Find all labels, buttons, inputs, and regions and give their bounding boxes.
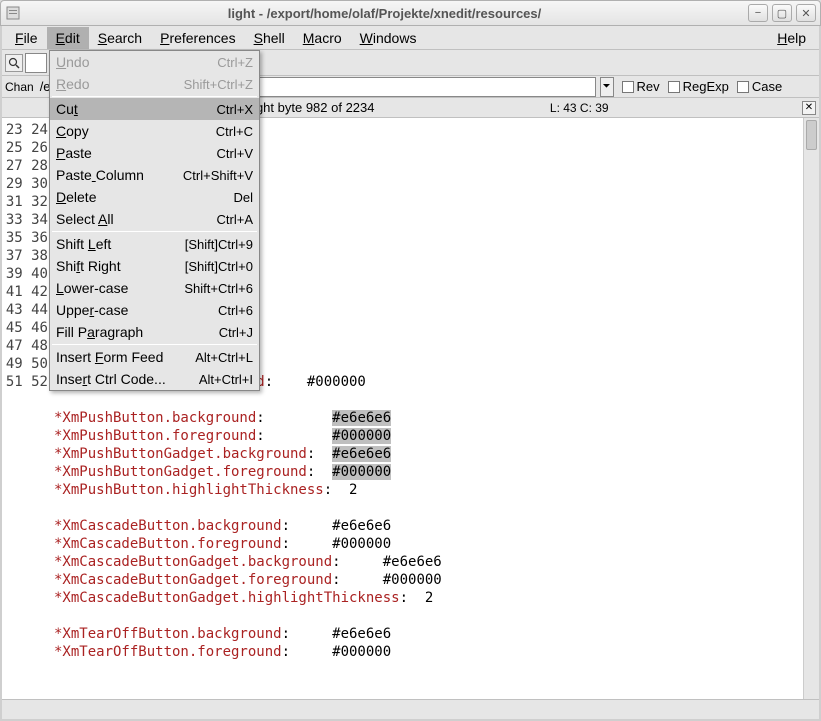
- menu-item-upper-case[interactable]: Upper-caseCtrl+6: [50, 299, 259, 321]
- edit-menu-dropdown: UndoCtrl+ZRedoShift+Ctrl+Z CutCtrl+XCopyC…: [49, 50, 260, 391]
- menu-windows[interactable]: Windows: [351, 27, 426, 49]
- replace-input[interactable]: [246, 77, 596, 97]
- menu-shell[interactable]: Shell: [245, 27, 294, 49]
- close-tab-icon[interactable]: ✕: [802, 101, 816, 115]
- vertical-scrollbar[interactable]: [803, 118, 819, 699]
- change-label2: Chan: [5, 80, 34, 94]
- menu-item-cut[interactable]: CutCtrl+X: [50, 98, 259, 120]
- cursor-position: L: 43 C: 39: [550, 101, 609, 115]
- find-input[interactable]: [25, 53, 47, 73]
- menu-search[interactable]: Search: [89, 27, 151, 49]
- menu-item-lower-case[interactable]: Lower-caseShift+Ctrl+6: [50, 277, 259, 299]
- menu-preferences[interactable]: Preferences: [151, 27, 245, 49]
- menu-item-undo: UndoCtrl+Z: [50, 51, 259, 73]
- regexp-checkbox[interactable]: RegExp: [668, 79, 729, 94]
- line-number-gutter: 23 24 25 26 27 28 29 30 31 32 33 34 35 3…: [2, 118, 52, 699]
- window-title: light - /export/home/olaf/Projekte/xnedi…: [25, 6, 744, 21]
- menu-macro[interactable]: Macro: [294, 27, 351, 49]
- menu-help[interactable]: Help: [768, 27, 815, 49]
- menu-item-insert-form-feed[interactable]: Insert Form FeedAlt+Ctrl+L: [50, 346, 259, 368]
- menu-item-fill-paragraph[interactable]: Fill ParagraphCtrl+J: [50, 321, 259, 343]
- rev-checkbox[interactable]: Rev: [622, 79, 660, 94]
- menu-item-insert-ctrl-code-[interactable]: Insert Ctrl Code...Alt+Ctrl+I: [50, 368, 259, 390]
- statusbar: [2, 699, 819, 719]
- menu-item-redo: RedoShift+Ctrl+Z: [50, 73, 259, 95]
- close-window-button[interactable]: ✕: [796, 4, 816, 22]
- menu-file[interactable]: File: [6, 27, 47, 49]
- menu-item-delete[interactable]: DeleteDel: [50, 186, 259, 208]
- menu-item-select-all[interactable]: Select AllCtrl+A: [50, 208, 259, 230]
- app-icon: [5, 5, 21, 21]
- maximize-button[interactable]: ▢: [772, 4, 792, 22]
- minimize-button[interactable]: −: [748, 4, 768, 22]
- menu-item-paste-column[interactable]: Paste ColumnCtrl+Shift+V: [50, 164, 259, 186]
- menu-item-shift-right[interactable]: Shift Right[Shift]Ctrl+0: [50, 255, 259, 277]
- menubar: File Edit Search Preferences Shell Macro…: [2, 26, 819, 50]
- history-dropdown-icon[interactable]: ⏷: [600, 77, 614, 97]
- menu-edit[interactable]: Edit: [47, 27, 89, 49]
- search-icon[interactable]: [5, 54, 23, 72]
- case-checkbox[interactable]: Case: [737, 79, 782, 94]
- menu-item-copy[interactable]: CopyCtrl+C: [50, 120, 259, 142]
- menu-item-paste[interactable]: PasteCtrl+V: [50, 142, 259, 164]
- titlebar[interactable]: light - /export/home/olaf/Projekte/xnedi…: [0, 0, 821, 26]
- menu-item-shift-left[interactable]: Shift Left[Shift]Ctrl+9: [50, 233, 259, 255]
- scrollbar-thumb[interactable]: [806, 120, 817, 150]
